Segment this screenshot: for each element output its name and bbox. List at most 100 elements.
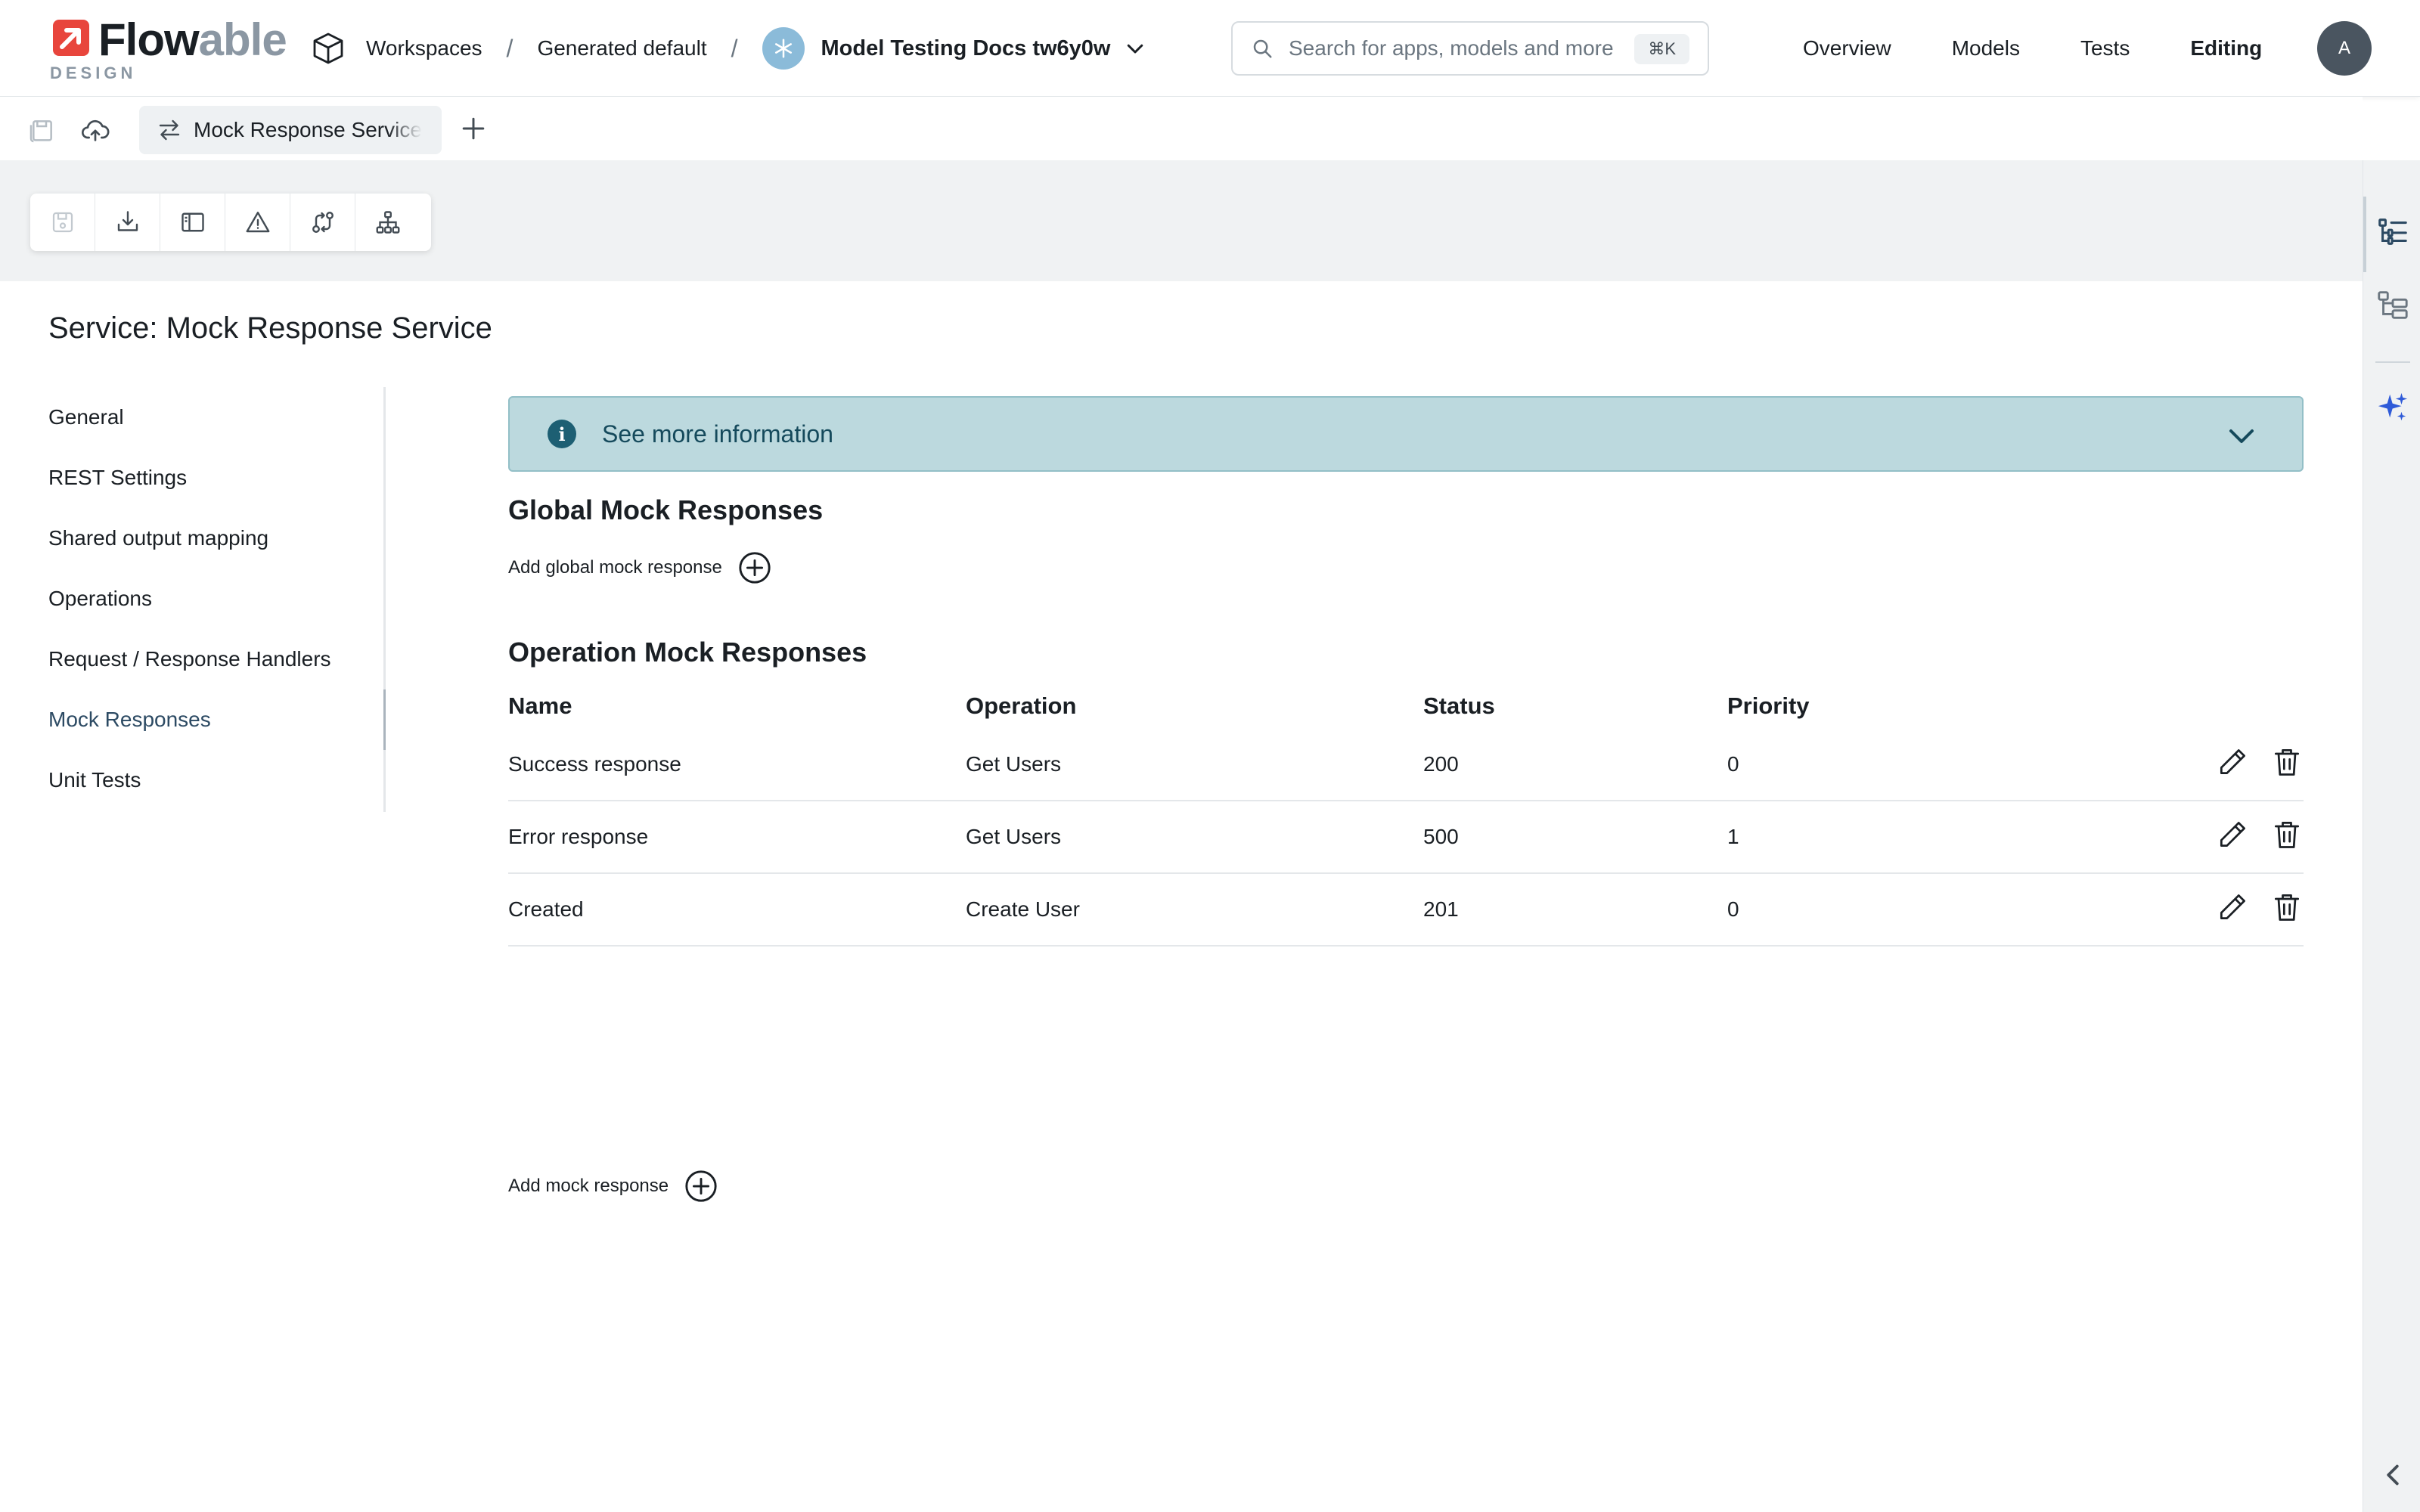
sidebar-item-request-response-handlers[interactable]: Request / Response Handlers [48,629,383,689]
sidebar-item-rest-settings[interactable]: REST Settings [48,448,383,508]
warning-icon [246,212,269,233]
save-icon [52,212,73,233]
service-exchange-icon [159,119,180,141]
breadcrumb-workspaces[interactable]: Workspaces [366,36,482,60]
nav-models[interactable]: Models [1952,36,2020,60]
delete-trash-icon[interactable] [2270,745,2304,779]
delete-trash-icon[interactable] [2270,891,2304,924]
tab-mock-response-service[interactable]: Mock Response Service [139,106,442,154]
breadcrumb-separator: / [731,34,738,62]
add-tab-icon[interactable] [457,112,490,145]
add-mock-response-label: Add mock response [508,1176,669,1196]
add-circle-icon[interactable] [684,1169,718,1204]
cell-priority: 0 [1727,752,1739,776]
compare-icon [312,212,334,233]
document-tab-bar: Mock Response Service [0,97,2363,160]
edit-pencil-icon[interactable] [2216,818,2249,851]
row-actions [2195,891,2304,924]
ai-sparkle-icon[interactable] [2375,390,2410,425]
top-navigation: Overview Models Tests Editing [1803,23,2322,74]
right-tool-rail [2363,160,2420,1512]
info-panel-label: See more information [602,420,833,448]
service-editor-panel: Service: Mock Response Service General R… [0,281,2350,1512]
sidebar-item-unit-tests[interactable]: Unit Tests [48,750,383,810]
search-input[interactable] [1289,36,1637,60]
validation-warnings-button[interactable] [225,194,290,251]
cell-operation: Create User [966,897,1080,921]
sidebar-item-operations[interactable]: Operations [48,569,383,629]
delete-trash-icon[interactable] [2270,818,2304,851]
nav-tests[interactable]: Tests [2080,36,2130,60]
chevron-down-icon[interactable] [1124,37,1146,60]
compare-button[interactable] [290,194,355,251]
user-avatar[interactable]: A [2317,21,2372,76]
breadcrumb-current-app[interactable]: Model Testing Docs tw6y0w [821,36,1111,61]
cell-status: 500 [1423,825,1459,848]
cell-status: 201 [1423,897,1459,921]
add-global-mock-response[interactable]: Add global mock response [508,550,772,585]
table-row[interactable]: Success response Get Users 200 0 [508,729,2304,801]
table-row[interactable]: Created Create User 201 0 [508,874,2304,947]
cell-name: Created [508,897,584,921]
global-search[interactable]: ⌘K [1231,21,1709,76]
nav-overview[interactable]: Overview [1803,36,1891,60]
add-mock-response[interactable]: Add mock response [508,1169,718,1204]
edit-pencil-icon[interactable] [2216,891,2249,924]
workspace-cube-icon [313,33,343,64]
brand-wordmark: Flowable [98,14,287,65]
add-circle-icon[interactable] [737,550,772,585]
tree-structure-icon[interactable] [2375,287,2410,322]
nav-editing[interactable]: Editing [2190,36,2262,60]
mock-responses-table: Name Operation Status Priority Success r… [508,683,2304,947]
rail-divider [2375,361,2410,363]
save-all-icon[interactable] [27,115,57,145]
row-actions [2195,745,2304,779]
active-section-marker [383,689,386,750]
search-shortcut-badge: ⌘K [1634,34,1689,64]
chevron-down-icon [2229,429,2254,443]
cell-name: Success response [508,752,681,776]
cell-priority: 1 [1727,825,1739,848]
table-header: Name Operation Status Priority [508,683,2304,729]
column-header-status: Status [1423,692,1495,719]
sidebar-panel-icon [181,212,204,232]
table-row[interactable]: Error response Get Users 500 1 [508,801,2304,874]
outline-list-icon[interactable] [2375,215,2410,249]
cell-operation: Get Users [966,825,1062,848]
tab-label: Mock Response Service [194,118,422,141]
cell-operation: Get Users [966,752,1062,776]
mock-responses-section: i See more information Global Mock Respo… [508,396,2304,1202]
brand-subtitle: DESIGN [50,64,137,82]
global-mock-responses-heading: Global Mock Responses [508,494,824,525]
cell-priority: 0 [1727,897,1739,921]
workspace-badge-icon [762,27,805,70]
rail-selected-marker [2363,197,2366,272]
column-header-priority: Priority [1727,692,1810,719]
search-icon [1253,39,1272,58]
info-icon: i [548,420,576,448]
breadcrumb-separator: / [506,34,513,62]
cell-name: Error response [508,825,649,848]
breadcrumb: Workspaces / Generated default / Model T… [310,23,1146,74]
download-button[interactable] [95,194,160,251]
sidebar-item-general[interactable]: General [48,387,383,448]
row-actions [2195,818,2304,851]
collapse-rail-chevron-icon[interactable] [2375,1458,2410,1492]
hierarchy-icon [376,211,400,234]
flowable-logo[interactable]: Flowable DESIGN [48,14,287,85]
flowable-logo-icon [53,20,89,56]
breadcrumb-folder[interactable]: Generated default [537,36,706,60]
page-title: Service: Mock Response Service [48,311,492,345]
sidebar-item-mock-responses[interactable]: Mock Responses [48,689,383,750]
structure-button[interactable] [355,194,420,251]
cell-status: 200 [1423,752,1459,776]
toggle-panel-button[interactable] [160,194,225,251]
save-button[interactable] [30,194,95,251]
add-global-mock-response-label: Add global mock response [508,557,722,578]
info-panel[interactable]: i See more information [508,396,2304,472]
sidebar-item-shared-output-mapping[interactable]: Shared output mapping [48,508,383,569]
cloud-upload-icon[interactable] [80,115,110,145]
download-icon [117,211,138,231]
edit-pencil-icon[interactable] [2216,745,2249,779]
operation-mock-responses-heading: Operation Mock Responses [508,637,867,668]
